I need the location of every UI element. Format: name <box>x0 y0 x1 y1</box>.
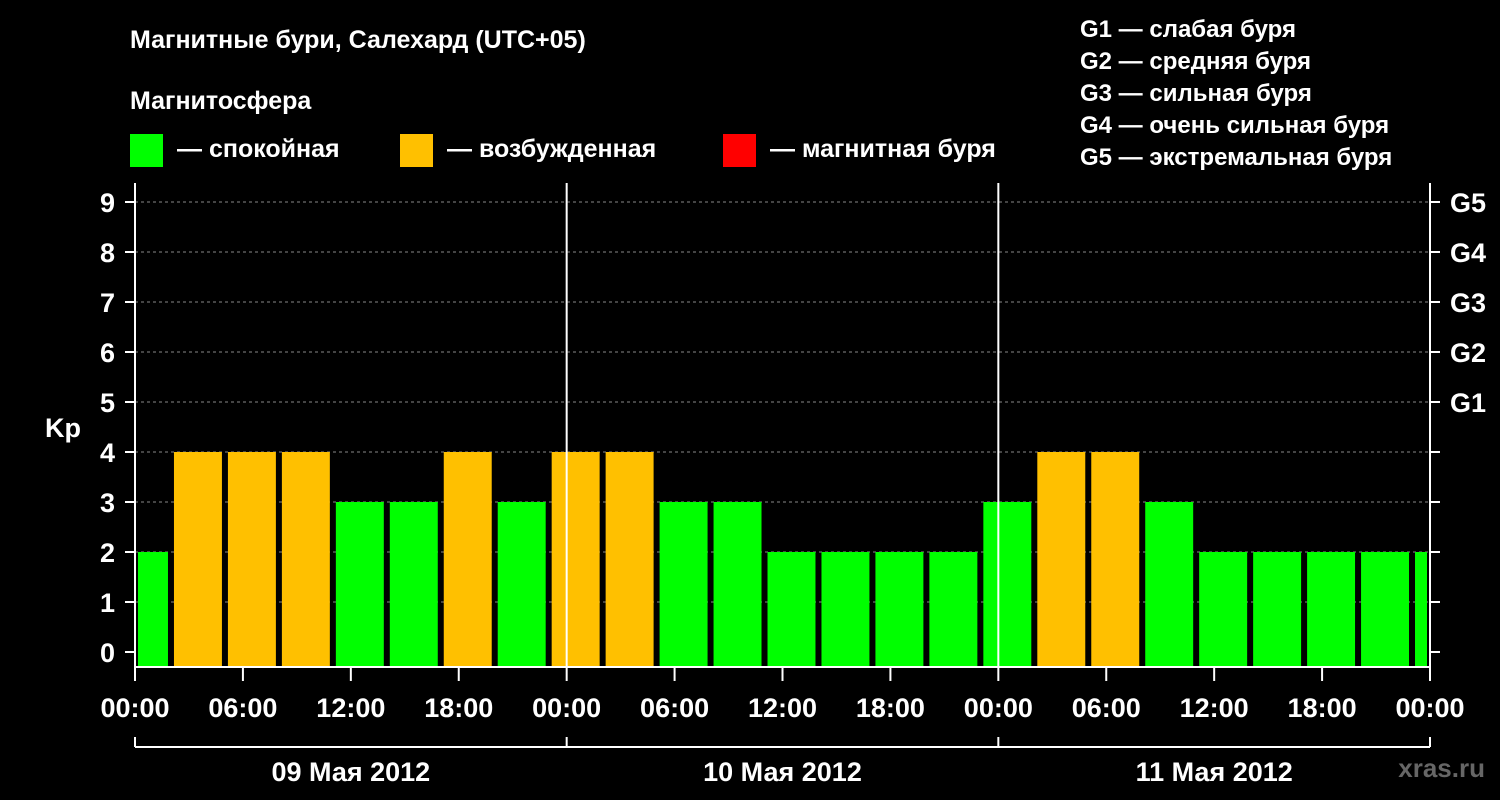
y-tick-label-7: 7 <box>100 288 115 318</box>
x-tick-label-10: 12:00 <box>1180 693 1249 723</box>
right-tick-label-G5: G5 <box>1450 188 1486 218</box>
bar-15 <box>929 552 978 667</box>
bar-8 <box>551 452 600 667</box>
y-tick-label-8: 8 <box>100 238 115 268</box>
y-tick-label-5: 5 <box>100 388 115 418</box>
right-tick-label-G4: G4 <box>1450 238 1486 268</box>
bar-1 <box>173 452 222 667</box>
bar-12 <box>767 552 816 667</box>
bar-18 <box>1091 452 1140 667</box>
bar-5 <box>389 502 438 667</box>
x-tick-label-5: 06:00 <box>640 693 709 723</box>
x-axis: 00:00 06:00 12:00 18:00 00:00 06:00 12:00 18:00… <box>100 667 1465 723</box>
right-tick-label-G3: G3 <box>1450 288 1486 318</box>
right-tick-label-G2: G2 <box>1450 338 1486 368</box>
y-tick-label-0: 0 <box>100 638 115 668</box>
x-tick-label-6: 12:00 <box>748 693 817 723</box>
day-label-2: 11 Мая 2012 <box>1136 757 1293 787</box>
bar-22 <box>1307 552 1356 667</box>
y-tick-label-4: 4 <box>100 438 115 468</box>
bar-21 <box>1253 552 1302 667</box>
g-scale-item-1: G2 — средняя буря <box>1080 48 1311 75</box>
bar-13 <box>821 552 870 667</box>
legend-title: Магнитосфера <box>130 87 312 115</box>
g-scale-item-0: G1 — слабая буря <box>1080 16 1296 43</box>
bars-group <box>138 452 1427 667</box>
g-scale-item-4: G5 — экстремальная буря <box>1080 144 1392 171</box>
bar-0 <box>138 552 168 667</box>
right-tick-label-G1: G1 <box>1450 388 1486 418</box>
legend-swatch-0 <box>130 134 163 167</box>
y-axis-label: Kp <box>45 413 81 443</box>
x-tick-label-9: 06:00 <box>1072 693 1141 723</box>
bar-7 <box>497 502 546 667</box>
legend-swatch-2 <box>723 134 756 167</box>
bar-3 <box>281 452 330 667</box>
chart-title: Магнитные бури, Салехард (UTC+05) <box>130 26 586 54</box>
legend-swatch-1 <box>400 134 433 167</box>
y-tick-label-9: 9 <box>100 188 115 218</box>
y-tick-label-6: 6 <box>100 338 115 368</box>
legend-label-1: — возбужденная <box>447 135 656 163</box>
x-tick-label-11: 18:00 <box>1288 693 1357 723</box>
g-scale-list: G1 — слабая буря G2 — средняя буря G3 — си… <box>1080 16 1392 171</box>
bar-23 <box>1361 552 1410 667</box>
x-tick-label-12: 00:00 <box>1395 693 1464 723</box>
y-tick-label-1: 1 <box>100 588 115 618</box>
bar-9 <box>605 452 654 667</box>
y-tick-label-3: 3 <box>100 488 115 518</box>
right-axis: G1 G2 G3 G4 G5 <box>1430 188 1486 653</box>
bar-20 <box>1199 552 1248 667</box>
bar-24 <box>1415 552 1427 667</box>
day-axis: 09 Мая 2012 10 Мая 2012 11 Мая 2012 <box>134 737 1431 787</box>
bar-2 <box>227 452 276 667</box>
bar-17 <box>1037 452 1086 667</box>
y-axis: 0 1 2 3 4 5 6 7 8 9 <box>100 188 135 668</box>
bar-19 <box>1145 502 1194 667</box>
g-scale-item-2: G3 — сильная буря <box>1080 80 1312 107</box>
bar-11 <box>713 502 762 667</box>
bar-10 <box>659 502 708 667</box>
x-tick-label-8: 00:00 <box>964 693 1033 723</box>
x-tick-label-0: 00:00 <box>100 693 169 723</box>
x-tick-label-7: 18:00 <box>856 693 925 723</box>
day-label-0: 09 Мая 2012 <box>271 757 430 787</box>
bar-14 <box>875 552 924 667</box>
x-tick-label-3: 18:00 <box>424 693 493 723</box>
legend-label-2: — магнитная буря <box>770 135 996 163</box>
bar-6 <box>443 452 492 667</box>
day-label-1: 10 Мая 2012 <box>703 757 862 787</box>
legend-label-0: — спокойная <box>177 135 340 163</box>
watermark: xras.ru <box>1398 753 1485 783</box>
x-tick-label-4: 00:00 <box>532 693 601 723</box>
y-tick-label-2: 2 <box>100 538 115 568</box>
x-tick-label-1: 06:00 <box>208 693 277 723</box>
bar-16 <box>983 502 1032 667</box>
legend: — спокойная — возбужденная — магнитная бур… <box>130 134 996 167</box>
bar-4 <box>335 502 384 667</box>
g-scale-item-3: G4 — очень сильная буря <box>1080 112 1389 139</box>
x-tick-label-2: 12:00 <box>316 693 385 723</box>
kp-chart: Магнитные бури, Салехард (UTC+05) Магнит… <box>45 16 1486 787</box>
